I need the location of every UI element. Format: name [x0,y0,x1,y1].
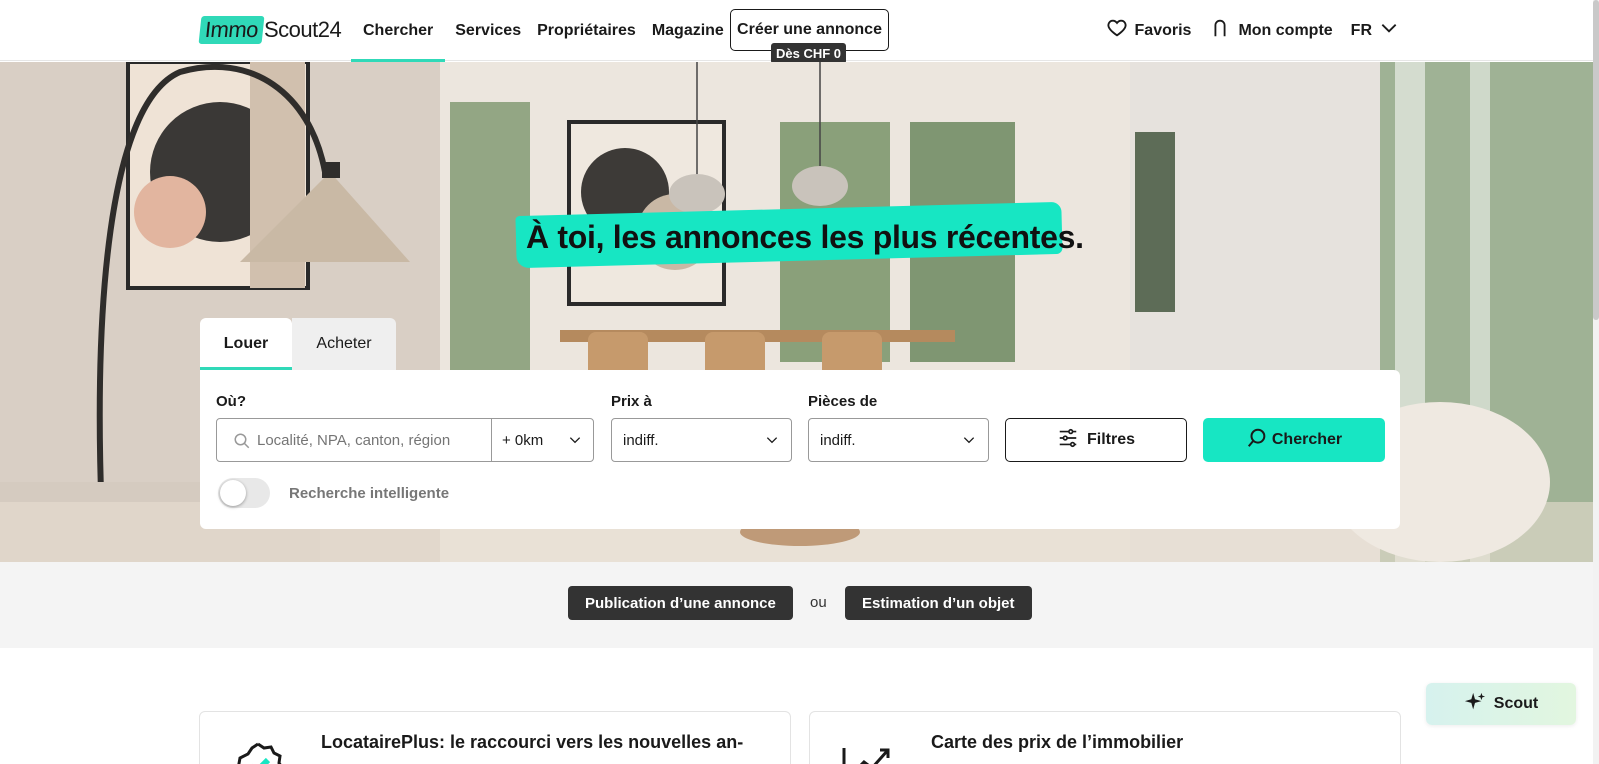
or-separator: ou [810,594,827,611]
user-icon [1209,17,1231,44]
publish-listing-button[interactable]: Publication d’une annonce [568,586,793,620]
scout-assistant-button[interactable]: Scout [1426,683,1576,725]
card-title: LocatairePlus: le raccourci vers les nou… [321,732,744,752]
scout-label: Scout [1493,695,1539,712]
sliders-icon [1057,427,1079,454]
tab-louer[interactable]: Louer [200,318,292,370]
account-label: Mon compte [1238,21,1333,39]
search-button-label: Chercher [1271,431,1343,448]
radius-select[interactable]: + 0km [491,419,594,461]
chevron-down-icon [1379,18,1399,43]
rooms-select[interactable]: indiff. [808,418,989,462]
heart-icon [1106,17,1128,44]
toggle-knob [220,480,246,506]
search-tabs: Louer Acheter [200,318,396,370]
user-nav: Favoris Mon compte FR [1106,0,1399,61]
location-field: + 0km [216,418,594,462]
filters-label: Filtres [1086,431,1135,448]
nav-chercher[interactable]: Chercher [351,0,446,62]
main-nav: Chercher Services Propriétaires Magazine [351,0,734,62]
favorites-label: Favoris [1134,21,1192,39]
estimate-property-button[interactable]: Estimation d’un objet [845,586,1032,620]
favorites-link[interactable]: Favoris [1106,17,1192,44]
create-listing-badge: Dès CHF 0 [771,43,847,64]
immoscout24-logo[interactable]: Immo Scout24 [198,16,342,44]
price-select[interactable]: indiff. [611,418,792,462]
logo-immo: Immo [198,16,265,44]
search-icon [233,432,251,454]
language-select[interactable]: FR [1351,18,1399,43]
scrollbar-thumb[interactable] [1593,0,1599,320]
nav-magazine[interactable]: Magazine [642,0,734,61]
chart-growth-icon [840,740,896,764]
smart-search-label: Recherche intelligente [289,485,450,502]
smart-search-toggle[interactable] [218,478,270,508]
hero-title: À toi, les annonces les plus récentes. [526,219,1084,255]
badge-check-icon [230,740,286,764]
search-button[interactable]: Chercher [1203,418,1385,462]
nav-proprietaires[interactable]: Propriétaires [531,0,642,61]
cta-strip: Publication d’une annonce ou Estimation … [0,562,1599,648]
rooms-value: indiff. [820,432,856,449]
chevron-down-icon [963,437,975,444]
location-input[interactable] [257,419,487,461]
radius-value: + 0km [502,432,544,449]
nav-services[interactable]: Services [445,0,531,61]
search-icon [1246,427,1268,454]
sparkle-icon [1464,691,1486,718]
page-scrollbar[interactable] [1593,0,1599,764]
language-label: FR [1350,21,1372,39]
hero-title-wrap: À toi, les annonces les plus récentes. [515,201,1084,269]
chevron-down-icon [766,437,778,444]
card-title: Carte des prix de l’immobilier [931,732,1184,752]
rooms-label: Pièces de [808,393,878,410]
search-panel: Où? + 0km Prix à indiff. Pièces de indif… [200,370,1400,529]
logo-scout24: Scout24 [264,17,342,42]
account-link[interactable]: Mon compte [1209,17,1333,44]
card-locataireplus[interactable]: LocatairePlus: le raccourci vers les nou… [199,711,791,764]
price-value: indiff. [623,432,659,449]
card-price-map[interactable]: Carte des prix de l’immobilier [809,711,1401,764]
tab-acheter[interactable]: Acheter [292,318,396,370]
filters-button[interactable]: Filtres [1005,418,1187,462]
price-label: Prix à [611,393,652,410]
chevron-down-icon [569,437,581,444]
site-header: Immo Scout24 Chercher Services Propriéta… [0,0,1599,64]
where-label: Où? [216,393,246,410]
